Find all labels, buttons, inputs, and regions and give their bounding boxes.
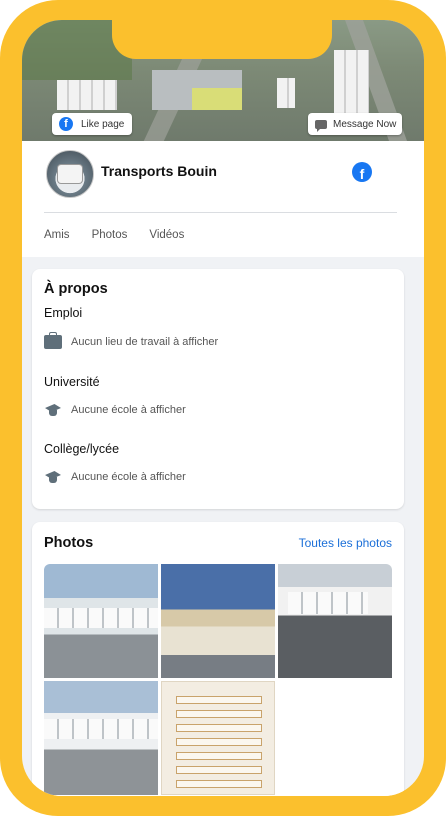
university-info: Aucune école à afficher [44, 403, 186, 417]
facebook-logo-icon[interactable]: f [352, 162, 372, 182]
photo-thumbnail[interactable] [278, 564, 392, 678]
university-text: Aucune école à afficher [71, 404, 186, 416]
photo-thumbnail[interactable] [44, 564, 158, 678]
phone-notch [112, 20, 332, 59]
work-text: Aucun lieu de travail à afficher [71, 336, 219, 348]
tab-amis[interactable]: Amis [44, 229, 70, 241]
side-button [442, 192, 446, 276]
about-card: À propos Emploi Aucun lieu de travail à … [32, 269, 404, 509]
phone-screen: f Like page Message Now Transports Bouin… [22, 20, 424, 796]
avatar[interactable] [46, 150, 94, 198]
about-title: À propos [44, 281, 108, 297]
graduation-cap-icon [44, 470, 62, 484]
message-icon [315, 119, 327, 132]
work-label: Emploi [44, 306, 83, 320]
photos-title: Photos [44, 535, 94, 551]
university-label: Université [44, 375, 100, 389]
profile-header: Transports Bouin f Amis Photos Vidéos [22, 141, 424, 257]
tab-videos[interactable]: Vidéos [149, 229, 184, 241]
photos-card: Photos Toutes les photos [32, 522, 404, 796]
highschool-text: Aucune école à afficher [71, 471, 186, 483]
phone-frame: f Like page Message Now Transports Bouin… [0, 0, 446, 816]
photo-thumbnail[interactable] [44, 681, 158, 795]
like-page-label: Like page [81, 118, 125, 130]
divider [44, 212, 397, 213]
briefcase-icon [44, 332, 62, 349]
photo-thumbnail[interactable] [161, 681, 275, 795]
message-now-label: Message Now [333, 118, 397, 130]
page-name[interactable]: Transports Bouin [101, 163, 217, 179]
highschool-label: Collège/lycée [44, 442, 120, 456]
facebook-icon: f [59, 117, 73, 131]
tab-photos[interactable]: Photos [92, 229, 128, 241]
like-page-button[interactable]: f Like page [52, 113, 132, 135]
profile-tabs: Amis Photos Vidéos [44, 229, 206, 241]
photo-thumbnail[interactable] [161, 564, 275, 678]
message-now-button[interactable]: Message Now [308, 113, 402, 135]
all-photos-link[interactable]: Toutes les photos [299, 536, 392, 550]
graduation-cap-icon [44, 403, 62, 417]
highschool-info: Aucune école à afficher [44, 470, 186, 484]
work-info: Aucun lieu de travail à afficher [44, 332, 219, 349]
